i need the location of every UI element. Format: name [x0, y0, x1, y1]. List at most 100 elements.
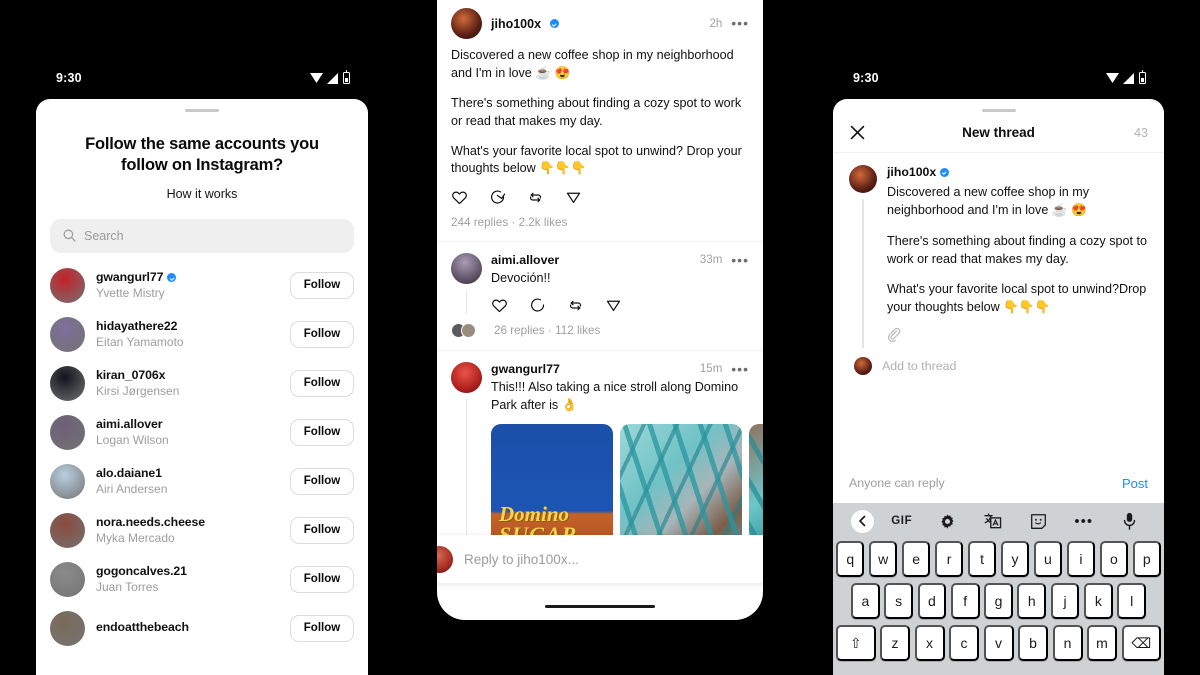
key-k[interactable]: k	[1083, 583, 1113, 619]
follow-button[interactable]: Follow	[290, 369, 354, 397]
reply-username[interactable]: aimi.allover	[491, 253, 559, 267]
comment-icon[interactable]	[489, 189, 506, 206]
key-e[interactable]: e	[901, 541, 931, 577]
audience-selector[interactable]: Anyone can reply	[849, 476, 945, 490]
list-item[interactable]: gogoncalves.21 Juan Torres Follow	[36, 555, 368, 604]
keyboard-more-button[interactable]: •••	[1061, 514, 1107, 529]
key-l[interactable]: l	[1117, 583, 1147, 619]
key-v[interactable]: v	[983, 625, 1014, 661]
translate-button[interactable]	[970, 513, 1016, 529]
key-y[interactable]: y	[1000, 541, 1030, 577]
verified-badge-icon	[550, 19, 560, 28]
share-icon[interactable]	[565, 189, 582, 206]
key-f[interactable]: f	[950, 583, 980, 619]
like-icon[interactable]	[491, 297, 508, 314]
repost-icon[interactable]	[567, 297, 584, 314]
reply-stats[interactable]: 26 replies · 112 likes	[494, 324, 600, 337]
gif-button[interactable]: GIF	[879, 515, 925, 527]
add-to-thread-row[interactable]: Add to thread	[833, 348, 1164, 375]
key-j[interactable]: j	[1050, 583, 1080, 619]
voice-input-button[interactable]	[1107, 512, 1153, 530]
avatar[interactable]	[50, 267, 85, 303]
avatar[interactable]	[50, 610, 85, 646]
key-b[interactable]: b	[1018, 625, 1048, 661]
follow-button[interactable]: Follow	[290, 516, 354, 544]
post-more-icon[interactable]: •••	[731, 16, 749, 31]
key-q[interactable]: q	[835, 541, 865, 577]
reply-more-icon[interactable]: •••	[731, 361, 749, 376]
list-item[interactable]: aimi.allover Logan Wilson Follow	[36, 408, 368, 457]
key-a[interactable]: a	[850, 583, 880, 619]
key-i[interactable]: i	[1066, 541, 1096, 577]
key-u[interactable]: u	[1033, 541, 1063, 577]
search-input[interactable]: Search	[50, 218, 354, 253]
like-icon[interactable]	[451, 189, 468, 206]
follow-button[interactable]: Follow	[290, 418, 354, 446]
key-m[interactable]: m	[1087, 625, 1117, 661]
follow-button[interactable]: Follow	[290, 467, 354, 495]
sheet-grabber[interactable]	[185, 109, 219, 112]
keyboard-rows: q w e r t y u i o p a s d f g h j k l ⇧ z x c v b n m ⌫	[833, 539, 1164, 661]
how-it-works-link[interactable]: How it works	[36, 187, 368, 201]
post-username[interactable]: jiho100x	[491, 17, 541, 31]
list-item[interactable]: gwangurl77 Yvette Mistry Follow	[36, 261, 368, 310]
keyboard-settings-button[interactable]	[925, 513, 971, 530]
key-d[interactable]: d	[917, 583, 947, 619]
avatar[interactable]	[437, 545, 453, 573]
key-o[interactable]: o	[1099, 541, 1129, 577]
avatar[interactable]	[451, 361, 482, 393]
key-z[interactable]: z	[880, 625, 910, 661]
avatar[interactable]	[50, 463, 85, 499]
key-w[interactable]: w	[868, 541, 898, 577]
post-stats[interactable]: 244 replies · 2.2k likes	[451, 216, 749, 229]
avatar[interactable]	[50, 561, 85, 597]
key-backspace[interactable]: ⌫	[1121, 625, 1161, 661]
key-g[interactable]: g	[984, 583, 1013, 619]
follow-button[interactable]: Follow	[290, 565, 354, 593]
facepile	[451, 322, 485, 338]
follow-button[interactable]: Follow	[290, 271, 354, 299]
key-r[interactable]: r	[934, 541, 964, 577]
follow-button[interactable]: Follow	[290, 614, 354, 642]
key-h[interactable]: h	[1017, 583, 1047, 619]
key-x[interactable]: x	[914, 625, 945, 661]
avatar[interactable]	[451, 8, 482, 39]
key-n[interactable]: n	[1052, 625, 1083, 661]
account-username: alo.daiane1	[96, 466, 162, 481]
account-text: endoatthebeach	[96, 620, 279, 636]
sticker-button[interactable]	[1016, 513, 1062, 530]
key-p[interactable]: p	[1132, 541, 1162, 577]
list-item[interactable]: nora.needs.cheese Myka Mercado Follow	[36, 506, 368, 555]
search-icon	[63, 229, 76, 243]
list-item[interactable]: alo.daiane1 Airi Andersen Follow	[36, 457, 368, 506]
reply-username[interactable]: gwangurl77	[491, 362, 560, 376]
composer-text[interactable]: Discovered a new coffee shop in my neigh…	[887, 183, 1148, 317]
list-item[interactable]: hidayathere22 Eitan Yamamoto Follow	[36, 310, 368, 359]
close-icon[interactable]	[849, 124, 866, 141]
post-button[interactable]: Post	[1122, 476, 1148, 491]
avatar[interactable]	[50, 414, 85, 450]
avatar[interactable]	[50, 512, 85, 548]
share-icon[interactable]	[605, 297, 622, 314]
keyboard-back-button[interactable]	[845, 509, 879, 533]
avatar[interactable]	[451, 253, 482, 285]
repost-icon[interactable]	[527, 189, 544, 206]
avatar[interactable]	[50, 365, 85, 401]
reply-composer-bar[interactable]: Reply to jiho100x...	[437, 535, 763, 583]
key-s[interactable]: s	[884, 583, 914, 619]
list-item[interactable]: endoatthebeach Follow	[36, 604, 368, 653]
comment-icon[interactable]	[529, 297, 546, 314]
list-item[interactable]: kiran_0706x Kirsi Jørgensen Follow	[36, 359, 368, 408]
gif-label: GIF	[891, 515, 913, 527]
key-c[interactable]: c	[949, 625, 979, 661]
search-placeholder: Search	[84, 228, 124, 243]
key-shift[interactable]: ⇧	[836, 625, 876, 661]
avatar[interactable]	[849, 165, 877, 193]
key-t[interactable]: t	[967, 541, 997, 577]
paperclip-icon[interactable]	[887, 327, 902, 343]
composer-content: jiho100x Discovered a new coffee shop in…	[887, 165, 1148, 348]
follow-button[interactable]: Follow	[290, 320, 354, 348]
reply-more-icon[interactable]: •••	[731, 253, 749, 268]
keyboard-row: qwertyuiop	[835, 541, 1162, 577]
avatar[interactable]	[50, 316, 85, 352]
